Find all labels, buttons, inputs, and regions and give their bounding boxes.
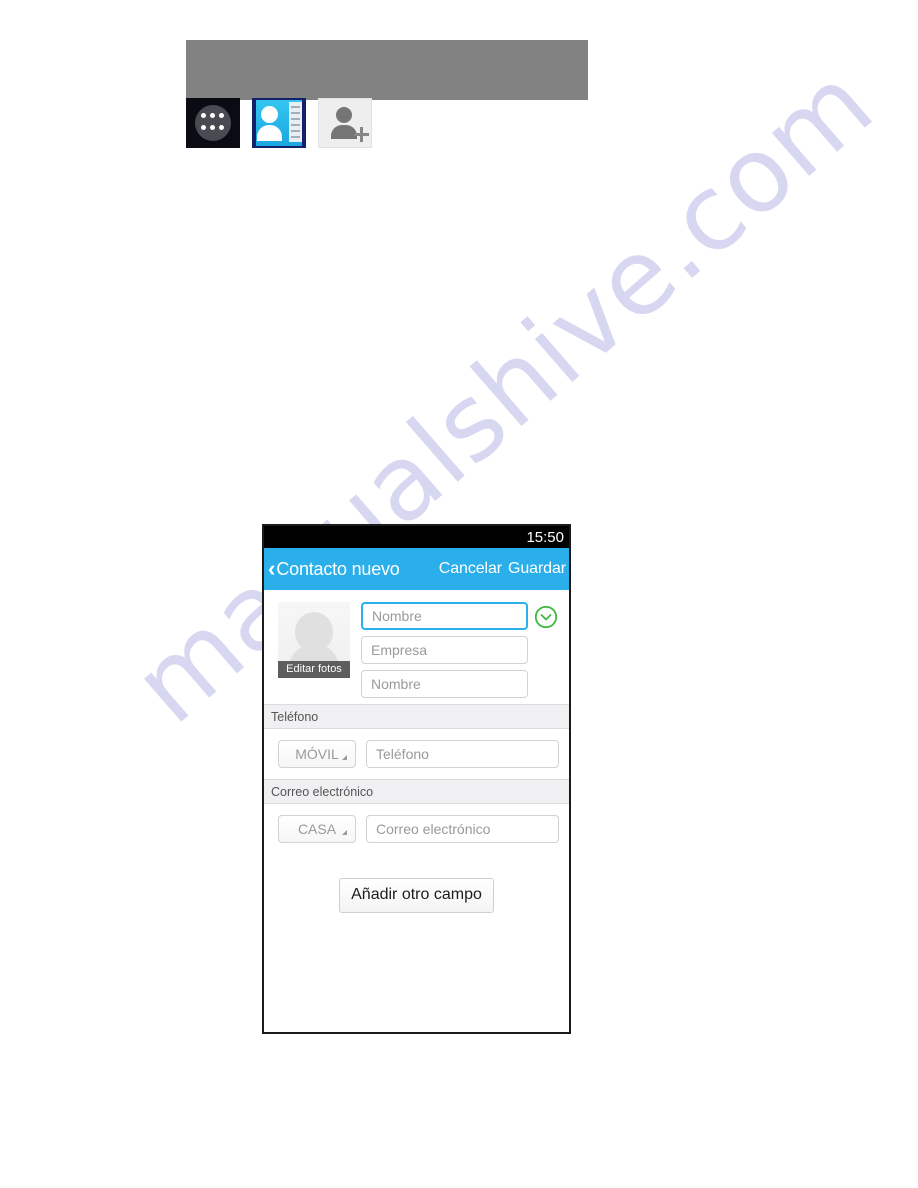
action-bar-back-area[interactable]: ‹ Contacto nuevo: [268, 558, 400, 580]
add-contact-icon[interactable]: [318, 98, 372, 148]
add-another-field-button[interactable]: Añadir otro campo: [339, 878, 494, 913]
caret-down-icon: [342, 830, 347, 835]
chevron-down-circle-icon: [534, 605, 558, 629]
phone-row: MÓVIL Teléfono: [264, 729, 569, 779]
caret-down-icon: [342, 755, 347, 760]
add-field-area: Añadir otro campo: [264, 854, 569, 913]
email-type-label: CASA: [297, 821, 337, 837]
app-drawer-dots: [201, 113, 225, 133]
contact-photo-picker[interactable]: Editar fotos: [278, 602, 350, 678]
contacts-pages-shape: [289, 102, 302, 142]
phone-type-label: MÓVIL: [295, 746, 339, 762]
expand-name-fields-button[interactable]: [533, 605, 559, 629]
page-title: Contacto nuevo: [276, 558, 400, 579]
name-fields-group: Nombre Empresa Nombre: [361, 602, 528, 698]
name-input[interactable]: Nombre: [361, 602, 528, 630]
desktop-taskbar: [186, 40, 588, 100]
status-bar: 15:50: [264, 526, 569, 548]
given-name-input[interactable]: Nombre: [361, 670, 528, 698]
add-contact-person-body: [331, 125, 357, 139]
add-contact-person-head: [336, 107, 352, 123]
action-bar-actions: Cancelar Guardar: [436, 560, 569, 578]
name-block: Editar fotos Nombre Empresa Nombre: [264, 590, 569, 704]
icon-spacer: [306, 98, 318, 99]
phone-screenshot: 15:50 ‹ Contacto nuevo Cancelar Guardar …: [262, 524, 571, 1034]
status-bar-clock: 15:50: [526, 528, 564, 546]
contacts-person-body: [257, 125, 282, 141]
section-header-phone: Teléfono: [264, 704, 569, 729]
icon-spacer: [240, 98, 252, 99]
phone-type-select[interactable]: MÓVIL: [278, 740, 356, 768]
company-input[interactable]: Empresa: [361, 636, 528, 664]
contacts-person-head: [261, 106, 278, 123]
edit-photo-label[interactable]: Editar fotos: [278, 661, 350, 678]
email-type-select[interactable]: CASA: [278, 815, 356, 843]
contacts-app-icon[interactable]: [252, 98, 306, 148]
section-header-email: Correo electrónico: [264, 779, 569, 804]
save-button[interactable]: Guardar: [505, 560, 569, 578]
email-input[interactable]: Correo electrónico: [366, 815, 559, 843]
desktop-icon-row: [186, 98, 372, 148]
email-row: CASA Correo electrónico: [264, 804, 569, 854]
app-drawer-icon[interactable]: [186, 98, 240, 148]
cancel-button[interactable]: Cancelar: [436, 560, 505, 578]
phone-input[interactable]: Teléfono: [366, 740, 559, 768]
chevron-left-icon[interactable]: ‹: [268, 558, 275, 580]
contact-form: Editar fotos Nombre Empresa Nombre Teléf…: [264, 590, 569, 1032]
action-bar: ‹ Contacto nuevo Cancelar Guardar: [264, 548, 569, 590]
add-contact-plus-icon: [354, 133, 369, 136]
